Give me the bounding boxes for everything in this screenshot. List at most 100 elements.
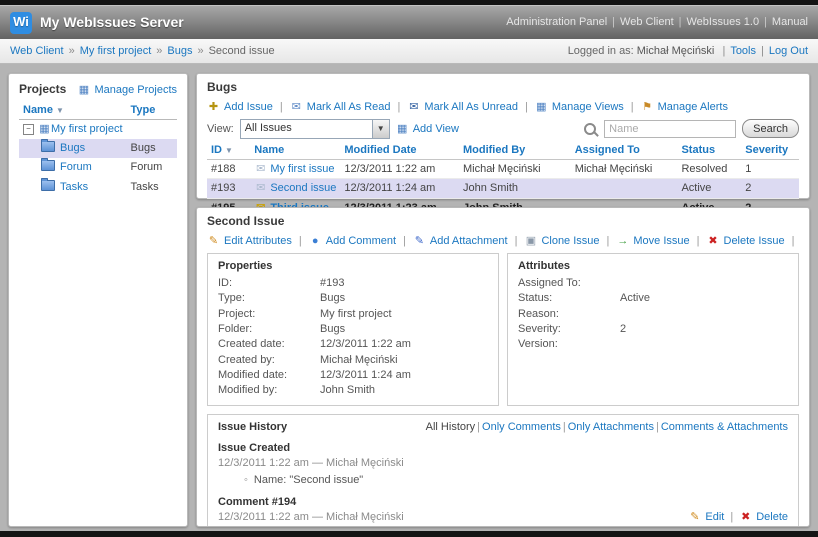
property-value: Michał Męciński [320,353,398,366]
mark-all-as-read-button[interactable]: ✉ Mark All As Read [290,100,391,114]
tree-expander[interactable]: − [23,123,34,135]
tree-item-my-first-project[interactable]: My first project [51,123,123,135]
issue-link-second-issue[interactable]: Second issue [270,182,336,194]
log-out-link[interactable]: Log Out [769,45,808,57]
properties-box: Properties ID: #193 Type: Bugs Project: My fi… [207,252,499,406]
view-select[interactable]: All Issues ▼ [239,118,390,139]
separator: | [722,44,726,57]
mark-all-as-read-icon: ✉ [291,100,301,113]
search-box: Search [584,119,799,139]
logged-in-label: Logged in as: [567,44,634,57]
add-comment-label: Add Comment [325,234,397,247]
folder-icon [41,158,55,172]
projects-column-name[interactable]: Name ▼ [19,101,127,120]
mark-all-as-unread-icon: ✉ [409,100,419,113]
clone-issue-button[interactable]: ▣ Clone Issue [524,234,600,248]
history-filter-only-comments[interactable]: Only Comments [482,421,561,433]
property-value: #193 [320,277,345,290]
breadcrumb-item-web-client[interactable]: Web Client [10,45,64,57]
issue-link-my-first-issue[interactable]: My first issue [270,163,334,175]
property-row: Created by: Michał Męciński [218,353,411,368]
issues-column-id[interactable]: ID ▼ [207,141,251,161]
tree-item-tasks[interactable]: Tasks [60,181,88,193]
edit-icon: ✎ [690,511,700,524]
detail-boxes: Properties ID: #193 Type: Bugs Project: My fi… [207,252,799,406]
manage-alerts-icon: ⚑ [642,100,653,113]
issues-column-modified-by[interactable]: Modified By [458,141,571,161]
tree-item-forum[interactable]: Forum [60,161,92,173]
separator: | [279,100,283,113]
issue-id-cell: #188 [207,159,251,180]
issue-assigned-to-cell: Michał Męciński [570,159,678,180]
issues-column-severity[interactable]: Severity [741,141,799,161]
history-filter-comments-attachments[interactable]: Comments & Attachments [661,421,788,433]
search-input[interactable] [604,119,737,138]
property-label: Project: [218,307,256,320]
search-button[interactable]: Search [742,119,799,139]
issue-modified-date-cell: 12/3/2011 1:24 am [340,178,459,199]
breadcrumb-item-bugs[interactable]: Bugs [167,45,192,57]
add-view-button[interactable]: ▦ Add View [396,122,459,136]
edit-comment-button[interactable]: Edit [705,510,724,524]
history-filter-only-attachments[interactable]: Only Attachments [568,421,654,433]
delete-issue-button[interactable]: ✖ Delete Issue [707,234,784,248]
issue-row[interactable]: #188 ✉ My first issue 12/3/2011 1:22 am Mic… [207,159,799,180]
issues-column-modified-date[interactable]: Modified Date [340,141,459,161]
manage-views-button[interactable]: ▦ Manage Views [535,100,624,114]
property-row: ID: #193 [218,276,411,291]
move-issue-button[interactable]: → Move Issue [616,234,689,248]
issues-column-assigned-to[interactable]: Assigned To [570,141,678,161]
add-issue-button[interactable]: ✚ Add Issue [207,100,273,114]
history-entry-actions: ✎ Edit | ✖ Delete [688,510,788,524]
envelope-read-icon: ✉ [256,182,266,195]
separator: | [791,234,795,247]
delete-comment-button[interactable]: Delete [756,510,788,524]
attribute-row: Status: Active [518,291,650,306]
mark-all-as-unread-button[interactable]: ✉ Mark All As Unread [407,100,518,114]
attributes-title: Attributes [518,259,570,272]
projects-panel: Projects ▦ Manage Projects Name ▼ Type − ▦My… [8,73,188,527]
app-header: Wi My WebIssues Server Administration Pa… [0,5,818,39]
add-attachment-button[interactable]: ✎ Add Attachment [413,234,508,248]
manage-alerts-button[interactable]: ⚑ Manage Alerts [641,100,728,114]
issue-status-cell: Active [677,178,742,199]
history-entry-meta-row: 12/3/2011 1:22 am — Michał Męciński ✎ Edit… [218,510,788,524]
attribute-value [620,337,650,352]
header-link-webissues-1-0[interactable]: WebIssues 1.0 [687,16,760,28]
property-label: Modified date: [218,368,288,381]
breadcrumb-item-my-first-project[interactable]: My first project [80,45,152,57]
edit-attributes-icon: ✎ [208,234,219,247]
history-entry-changes: ◦ Name: "Second issue" [218,473,788,487]
separator: | [696,234,700,247]
tree-type-cell: Bugs [126,139,177,159]
property-row: Type: Bugs [218,291,411,306]
history-entry-meta-row: 12/3/2011 1:22 am — Michał Męciński [218,456,788,470]
projects-tree-table: Name ▼ Type − ▦My first project Bugs Bugs Foru… [19,101,177,197]
attribute-label: Assigned To: [518,277,581,290]
header-link-web-client[interactable]: Web Client [620,16,674,28]
add-comment-button[interactable]: ● Add Comment [309,234,396,248]
issue-modified-by-cell: Michał Męciński [458,159,571,180]
tree-item-bugs[interactable]: Bugs [60,142,85,154]
issue-detail-panel: Second Issue ✎ Edit Attributes | ● Add Comme… [196,207,810,527]
attribute-value: Active [620,292,650,305]
issue-row[interactable]: #193 ✉ Second issue 12/3/2011 1:24 am John … [207,178,799,199]
separator: | [761,44,764,57]
history-entry-heading: Issue Created [218,441,291,454]
header-link-manual[interactable]: Manual [772,16,808,28]
move-issue-label: Move Issue [633,234,690,247]
delete-icon: ✖ [741,511,751,524]
issues-column-name[interactable]: Name [250,141,341,161]
content-area: Projects ▦ Manage Projects Name ▼ Type − ▦My… [0,64,818,531]
mark-all-as-read-label: Mark All As Read [306,100,391,113]
tools-link[interactable]: Tools [730,45,756,57]
manage-projects-button[interactable]: ▦ Manage Projects [77,83,177,97]
history-filter-all-history: All History [425,420,476,433]
manage-projects-label: Manage Projects [94,83,177,96]
header-link-administration-panel[interactable]: Administration Panel [506,16,607,28]
issues-column-status[interactable]: Status [677,141,742,161]
webissues-window: Wi My WebIssues Server Administration Pa… [0,0,818,537]
projects-column-type[interactable]: Type [126,101,177,120]
edit-attributes-button[interactable]: ✎ Edit Attributes [207,234,292,248]
folder-toolbar: ✚ Add Issue | ✉ Mark All As Read | ✉ Mark All A… [207,100,799,114]
